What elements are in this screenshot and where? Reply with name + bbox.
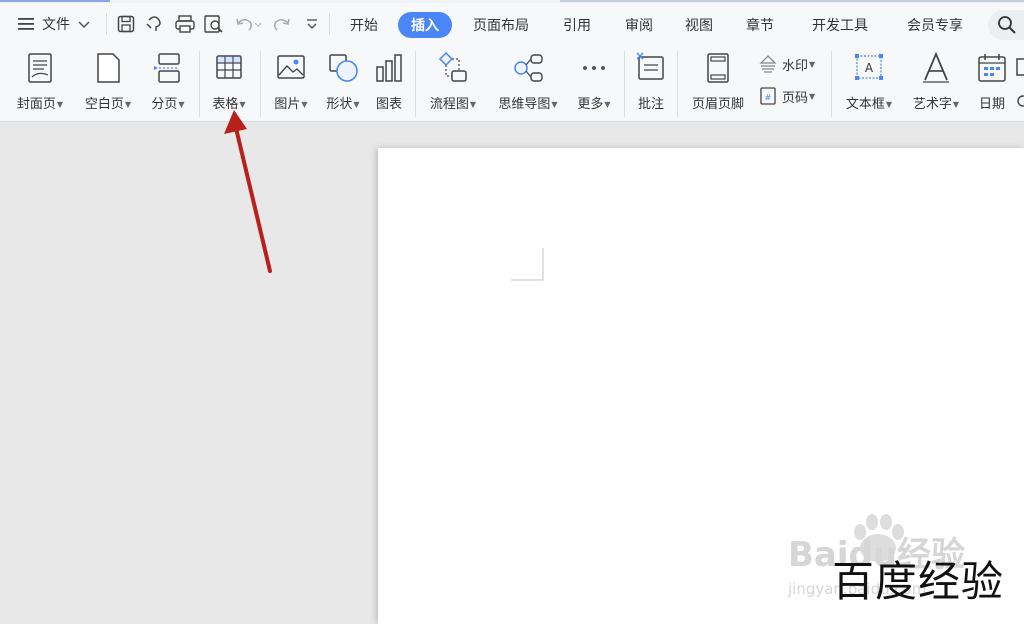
export-button[interactable] xyxy=(145,3,165,45)
header-footer-button[interactable]: 页眉页脚 xyxy=(682,51,754,119)
flowchart-icon xyxy=(438,51,467,82)
divider xyxy=(106,13,107,35)
shapes-label: 形状 xyxy=(326,97,353,112)
watermark-caption: 百度经验 xyxy=(832,557,1005,606)
tab-indicator-right xyxy=(560,0,1024,2)
printer-icon xyxy=(175,15,195,33)
chevron-down-icon xyxy=(307,19,317,30)
wordart-label: 艺术字 xyxy=(912,97,952,112)
tab-member-exclusive[interactable]: 会员专享 xyxy=(896,12,974,38)
tab-home[interactable]: 开始 xyxy=(340,12,388,38)
wordart-icon xyxy=(923,51,949,83)
comment-icon xyxy=(636,52,664,80)
date-label: 日期 xyxy=(978,97,1005,112)
tab-insert[interactable]: 插入 xyxy=(398,12,452,38)
date-button[interactable]: 日期 xyxy=(970,51,1014,119)
page-number-icon: # xyxy=(760,87,776,105)
link-icon xyxy=(1017,95,1024,107)
tab-page-layout[interactable]: 页面布局 xyxy=(464,12,538,38)
svg-text:#: # xyxy=(765,93,772,102)
divider xyxy=(199,51,200,117)
page-break-button[interactable]: 分页▼ xyxy=(142,51,194,119)
comment-button[interactable]: 批注 xyxy=(628,51,674,119)
textbox-icon: A xyxy=(855,54,883,80)
mindmap-button[interactable]: 思维导图▼ xyxy=(488,51,568,119)
cover-page-button[interactable]: 封面页▼ xyxy=(6,51,74,119)
mindmap-label: 思维导图 xyxy=(498,97,551,112)
date-icon xyxy=(978,54,1006,82)
chart-label: 图表 xyxy=(375,97,402,112)
more-icon xyxy=(583,66,605,70)
divider xyxy=(329,13,330,35)
search-box[interactable] xyxy=(988,10,1024,40)
overflow-label xyxy=(1016,93,1024,109)
print-preview-button[interactable] xyxy=(203,3,225,45)
shapes-icon xyxy=(329,54,358,82)
comment-label: 批注 xyxy=(637,97,664,112)
search-icon xyxy=(998,16,1016,34)
quick-access-dropdown[interactable] xyxy=(304,3,320,45)
table-icon xyxy=(216,55,242,79)
page-number-label: 页码 xyxy=(782,90,809,106)
svg-text:A: A xyxy=(865,61,874,75)
divider xyxy=(677,51,678,117)
annotation-arrow xyxy=(224,110,272,273)
blank-page-icon xyxy=(97,53,120,83)
flowchart-label: 流程图 xyxy=(429,97,469,112)
chevron-down-icon xyxy=(78,21,90,29)
blank-page-button[interactable]: 空白页▼ xyxy=(76,51,140,119)
margin-corner-mark xyxy=(511,248,544,281)
textbox-label: 文本框 xyxy=(845,97,885,112)
chart-button[interactable]: 图表 xyxy=(368,51,410,119)
save-button[interactable] xyxy=(116,3,136,45)
divider xyxy=(415,51,416,117)
export-icon xyxy=(146,16,161,31)
menu-bar: 文件 开始 插入 页面布局 引用 审阅 视图 章节 开发工具 会员专享 xyxy=(0,3,1024,45)
file-menu-label: 文件 xyxy=(42,17,70,33)
undo-button[interactable] xyxy=(234,3,262,45)
file-menu-button[interactable]: 文件 xyxy=(16,3,92,45)
redo-button[interactable] xyxy=(272,3,292,45)
shapes-button[interactable]: 形状▼ xyxy=(318,51,368,119)
page-break-icon xyxy=(154,53,180,83)
more-label: 更多 xyxy=(577,97,604,112)
flowchart-button[interactable]: 流程图▼ xyxy=(420,51,486,119)
tab-references[interactable]: 引用 xyxy=(552,12,602,38)
page-break-label: 分页 xyxy=(151,97,178,112)
insert-ribbon: 封面页▼ 空白页▼ 分页▼ 表格▼ 图片▼ 形状▼ 图表 流程图▼ 思维导图▼ … xyxy=(0,45,1024,122)
hamburger-icon xyxy=(18,18,34,30)
redo-icon xyxy=(273,18,290,31)
mindmap-icon xyxy=(514,54,543,82)
save-icon xyxy=(117,15,135,33)
cover-page-label: 封面页 xyxy=(16,97,56,112)
tab-review[interactable]: 审阅 xyxy=(614,12,664,38)
wordart-button[interactable]: 艺术字▼ xyxy=(904,51,968,119)
header-footer-label: 页眉页脚 xyxy=(691,97,744,112)
object-icon xyxy=(1016,58,1024,76)
overflow-button[interactable] xyxy=(1014,51,1024,85)
picture-icon xyxy=(277,55,305,79)
divider xyxy=(624,51,625,117)
page-number-button[interactable]: # 页码 ▼ xyxy=(758,85,815,107)
header-footer-icon xyxy=(707,53,729,83)
tab-developer-tools[interactable]: 开发工具 xyxy=(800,12,880,38)
print-preview-icon xyxy=(204,15,223,33)
tab-indicator-left xyxy=(0,0,110,2)
tab-section[interactable]: 章节 xyxy=(735,12,785,38)
divider xyxy=(831,51,832,117)
chart-icon xyxy=(376,54,402,82)
watermark-label: 水印 xyxy=(782,58,809,74)
cover-page-icon xyxy=(28,53,52,83)
blank-page-label: 空白页 xyxy=(84,97,124,112)
undo-icon xyxy=(236,18,262,31)
more-button[interactable]: 更多▼ xyxy=(570,51,618,119)
textbox-button[interactable]: A 文本框▼ xyxy=(836,51,902,119)
tab-view[interactable]: 视图 xyxy=(674,12,724,38)
watermark-button[interactable]: 水印 ▼ xyxy=(758,53,815,75)
watermark-icon xyxy=(759,55,777,73)
print-button[interactable] xyxy=(174,3,196,45)
